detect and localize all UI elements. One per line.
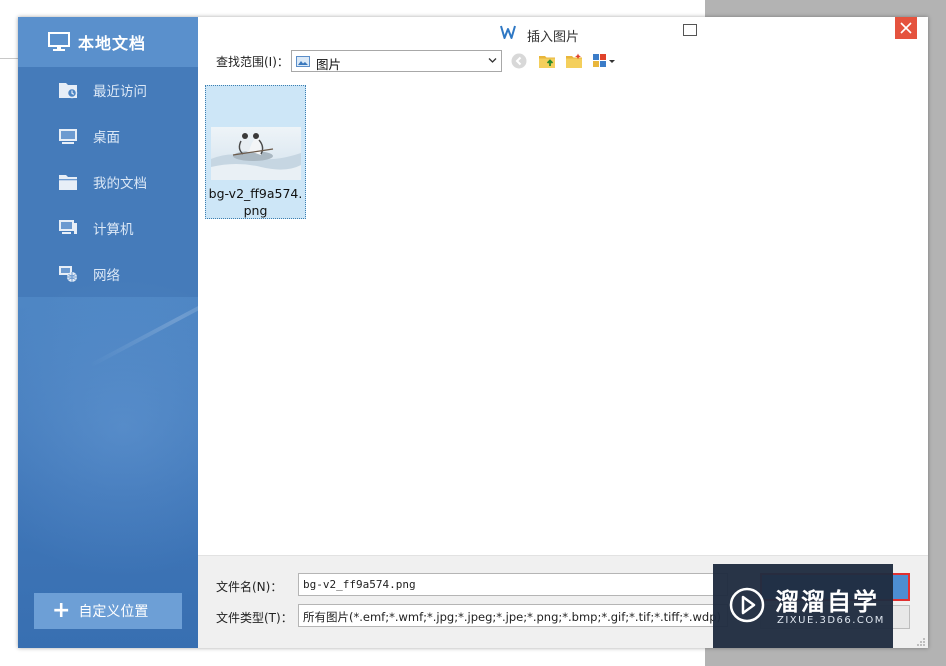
filename-input[interactable]: bg-v2_ff9a574.png [298, 573, 728, 596]
sidebar: 本地文档 最近访问 桌面 我的文档 计算机 网络 + 自定义位置 [18, 17, 198, 648]
play-logo-icon [729, 587, 765, 623]
picture-folder-icon [296, 56, 310, 67]
up-folder-icon [539, 56, 555, 68]
sidebar-item-label: 网络 [93, 268, 120, 284]
add-custom-location-label: 自定义位置 [78, 604, 149, 620]
desktop-icon [59, 129, 77, 144]
new-folder-icon [566, 53, 582, 68]
look-in-dropdown[interactable]: 图片 [291, 50, 502, 72]
file-list-area[interactable]: bg-v2_ff9a574.png [198, 77, 928, 555]
sidebar-item-documents[interactable]: 我的文档 [18, 159, 198, 205]
close-button[interactable] [895, 17, 917, 39]
documents-folder-icon [59, 175, 77, 190]
background-divider [0, 58, 18, 59]
network-icon [59, 266, 77, 282]
watermark: 溜溜自学 ZIXUE.3D66.COM [713, 564, 893, 648]
maximize-button[interactable] [683, 24, 697, 36]
filetype-label: 文件类型(T)： [216, 611, 293, 625]
sidebar-item-recent[interactable]: 最近访问 [18, 67, 198, 113]
file-name: bg-v2_ff9a574.png [208, 186, 303, 218]
wps-writer-icon [500, 25, 516, 39]
add-custom-location-button[interactable]: + 自定义位置 [34, 593, 182, 629]
sidebar-title: 本地文档 [78, 34, 147, 53]
filename-label: 文件名(N)： [216, 580, 283, 594]
dialog-title: 插入图片 [527, 30, 580, 45]
file-item[interactable]: bg-v2_ff9a574.png [205, 85, 306, 219]
computer-icon [59, 220, 77, 234]
resize-grip-icon[interactable] [916, 637, 926, 647]
look-in-label: 查找范围(I)： [216, 55, 289, 69]
recent-folder-icon [59, 83, 78, 99]
new-folder-button[interactable] [565, 52, 583, 70]
watermark-title: 溜溜自学 [775, 588, 879, 616]
sidebar-nav: 最近访问 桌面 我的文档 计算机 网络 [18, 67, 198, 297]
sidebar-header: 本地文档 [18, 17, 198, 67]
sidebar-item-label: 桌面 [93, 130, 120, 146]
image-thumbnail [211, 127, 301, 180]
back-button[interactable] [510, 52, 528, 70]
sidebar-item-network[interactable]: 网络 [18, 251, 198, 297]
filetype-dropdown[interactable]: 所有图片(*.emf;*.wmf;*.jpg;*.jpeg;*.jpe;*.pn… [298, 604, 728, 627]
insert-picture-dialog: 本地文档 最近访问 桌面 我的文档 计算机 网络 + 自定义位置 插入图片 查找… [18, 17, 928, 648]
sidebar-item-computer[interactable]: 计算机 [18, 205, 198, 251]
title-bar: 插入图片 [198, 17, 928, 47]
view-menu-icon [593, 54, 615, 67]
sidebar-item-label: 计算机 [93, 222, 134, 238]
sidebar-item-label: 我的文档 [93, 176, 147, 192]
view-menu-button[interactable] [592, 52, 618, 70]
chevron-down-icon [488, 58, 497, 63]
back-icon [511, 53, 527, 69]
up-folder-button[interactable] [538, 52, 556, 70]
sidebar-item-label: 最近访问 [93, 84, 147, 100]
plus-icon: + [52, 598, 71, 623]
sidebar-item-desktop[interactable]: 桌面 [18, 113, 198, 159]
look-in-value: 图片 [316, 57, 342, 72]
close-icon [900, 22, 912, 34]
monitor-icon [48, 32, 70, 51]
watermark-url: ZIXUE.3D66.COM [777, 615, 885, 626]
